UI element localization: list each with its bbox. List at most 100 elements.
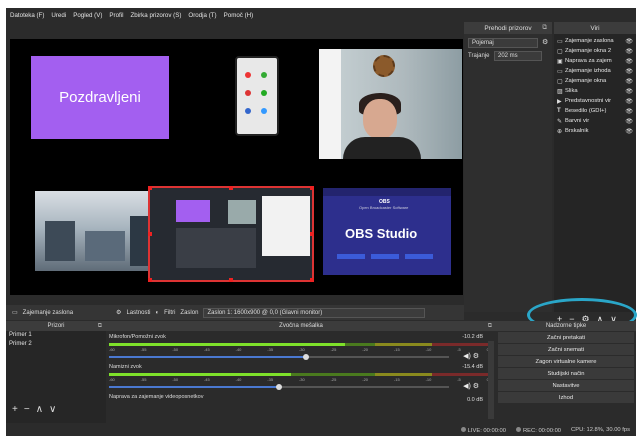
source-label: Zajemanje okna 2 bbox=[565, 48, 612, 54]
mixer-channel: Naprava za zajemanje videoposnetkov 0.0 … bbox=[109, 394, 489, 403]
scene-item[interactable]: Primer 2 bbox=[6, 340, 106, 349]
meter-tick-label: -45 bbox=[203, 347, 210, 352]
source-toolbar: ▭ Zajemanje zaslona ⚙ Lastnosti ◐ Filtri… bbox=[6, 305, 464, 320]
source-item[interactable]: ▭ Zajemanje izhoda 👁 bbox=[554, 66, 636, 76]
eye-icon[interactable]: 👁 bbox=[625, 88, 633, 95]
resize-handle[interactable] bbox=[229, 278, 233, 282]
factory-image-source[interactable] bbox=[35, 191, 156, 271]
resize-handle[interactable] bbox=[229, 186, 233, 190]
camera-icon: ▣ bbox=[557, 58, 563, 65]
start-streaming-button[interactable]: Začni pretakati bbox=[498, 332, 634, 343]
source-label: Slika bbox=[565, 88, 578, 94]
resize-handle[interactable] bbox=[310, 232, 314, 236]
menu-file[interactable]: Datoteka (F) bbox=[10, 12, 44, 19]
menu-tools[interactable]: Orodja (T) bbox=[188, 12, 216, 19]
preview-canvas[interactable]: Pozdravljeni OBS Open Broadcaster Softwa… bbox=[10, 39, 463, 295]
source-item[interactable]: T Besedilo (GDI+) 👁 bbox=[554, 106, 636, 116]
move-down-button[interactable]: ∨ bbox=[49, 404, 56, 415]
speaker-icon[interactable]: ◀) ⚙ bbox=[463, 352, 479, 360]
meter-tick-label: -25 bbox=[330, 347, 337, 352]
menu-scene-collection[interactable]: Zbirka prizorov (S) bbox=[131, 12, 182, 19]
eye-icon[interactable]: 👁 bbox=[625, 118, 633, 125]
source-item[interactable]: ▭ Zajemanje zaslona 👁 bbox=[554, 36, 636, 46]
app-icon bbox=[261, 108, 267, 114]
nested-window bbox=[262, 196, 310, 256]
browser-source[interactable]: OBS Open Broadcaster Software OBS Studio bbox=[323, 188, 451, 275]
start-recording-button[interactable]: Začni snemati bbox=[498, 344, 634, 355]
eye-icon[interactable]: 👁 bbox=[625, 68, 633, 75]
exit-button[interactable]: Izhod bbox=[498, 392, 634, 403]
volume-slider-knob[interactable] bbox=[303, 354, 310, 360]
resize-handle[interactable] bbox=[310, 186, 314, 190]
eye-icon[interactable]: 👁 bbox=[625, 98, 633, 105]
transitions-header: Prehodi prizorov ⧉ bbox=[464, 22, 552, 34]
meter-tick-label: -5 bbox=[457, 377, 461, 382]
controls-dock: Začni pretakati Začni snemati Zagon virt… bbox=[496, 331, 636, 423]
scene-item[interactable]: Primer 1 bbox=[6, 331, 106, 340]
slide-source[interactable]: Pozdravljeni bbox=[31, 56, 169, 139]
volume-slider-knob[interactable] bbox=[276, 384, 282, 390]
menu-help[interactable]: Pomoč (H) bbox=[224, 12, 254, 19]
transition-select[interactable]: Pojemaj bbox=[468, 38, 538, 48]
move-up-button[interactable]: ∧ bbox=[36, 404, 43, 415]
screen-select[interactable]: Zaslon 1: 1600x900 @ 0,0 (Glavni monitor… bbox=[203, 307, 426, 318]
source-item[interactable]: ▣ Naprava za zajem 👁 bbox=[554, 56, 636, 66]
eye-icon[interactable]: 👁 bbox=[625, 108, 633, 115]
scenes-title: Prizori bbox=[47, 323, 65, 329]
phone-window-source[interactable] bbox=[235, 56, 279, 136]
source-item[interactable]: ✎ Barvni vir 👁 bbox=[554, 116, 636, 126]
mixer-header: Zvočna mešalka ⧉ bbox=[106, 321, 496, 331]
meter-tick-label: -10 bbox=[425, 377, 432, 382]
eye-icon[interactable]: 👁 bbox=[625, 38, 633, 45]
source-item[interactable]: ▶ Predstavnostni vir 👁 bbox=[554, 96, 636, 106]
channel-db: 0.0 dB bbox=[467, 397, 483, 403]
source-item[interactable]: ▢ Zajemanje okna 2 👁 bbox=[554, 46, 636, 56]
remove-scene-button[interactable]: − bbox=[24, 404, 30, 415]
menu-profile[interactable]: Profil bbox=[109, 12, 123, 19]
app-icon bbox=[245, 72, 251, 78]
webcam-source[interactable] bbox=[319, 49, 462, 159]
mixer-scrollbar[interactable] bbox=[488, 341, 494, 419]
virtual-camera-button[interactable]: Zagon virtualne kamere bbox=[498, 356, 634, 367]
meter-tick-label: -60 bbox=[109, 347, 115, 352]
duration-input[interactable]: 202 ms bbox=[494, 51, 542, 61]
source-item[interactable]: ⊕ Brskalnik 👁 bbox=[554, 126, 636, 136]
meter-tick-label: -40 bbox=[235, 377, 242, 382]
brush-icon: ✎ bbox=[557, 118, 563, 125]
screen-capture-source-selected[interactable] bbox=[148, 186, 314, 282]
webcam-person-body bbox=[343, 137, 421, 159]
source-label: Zajemanje okna bbox=[565, 78, 607, 84]
filters-button[interactable]: Filtri bbox=[164, 310, 175, 316]
source-item[interactable]: ▢ Zajemanje okna 👁 bbox=[554, 76, 636, 86]
studio-mode-button[interactable]: Studijski način bbox=[498, 368, 634, 379]
resize-handle[interactable] bbox=[148, 278, 152, 282]
dock-float-icon[interactable]: ⧉ bbox=[488, 323, 492, 330]
add-scene-button[interactable]: + bbox=[12, 404, 18, 415]
eye-icon[interactable]: 👁 bbox=[625, 78, 633, 85]
menu-edit[interactable]: Uredi bbox=[51, 12, 66, 19]
meter-tick-label: -45 bbox=[203, 377, 210, 382]
menu-view[interactable]: Pogled (V) bbox=[73, 12, 102, 19]
controls-title: Nadzorne tipke bbox=[545, 323, 587, 329]
resize-handle[interactable] bbox=[148, 232, 152, 236]
dock-float-icon[interactable]: ⧉ bbox=[98, 323, 102, 330]
eye-icon[interactable]: 👁 bbox=[625, 128, 633, 135]
source-item[interactable]: ▨ Slika 👁 bbox=[554, 86, 636, 96]
sources-header: Viri bbox=[554, 22, 636, 34]
eye-icon[interactable]: 👁 bbox=[625, 48, 633, 55]
settings-button[interactable]: Nastavitve bbox=[498, 380, 634, 391]
resize-handle[interactable] bbox=[148, 186, 152, 190]
app-icon bbox=[245, 90, 251, 96]
channel-db: -10.2 dB bbox=[462, 334, 483, 340]
gear-icon[interactable]: ⚙ bbox=[542, 38, 548, 46]
meter-tick-label: -25 bbox=[330, 377, 337, 382]
meter-tick-label: -60 bbox=[109, 377, 115, 382]
speaker-icon[interactable]: ◀) ⚙ bbox=[463, 382, 479, 390]
properties-button[interactable]: Lastnosti bbox=[126, 310, 150, 316]
eye-icon[interactable]: 👁 bbox=[625, 58, 633, 65]
resize-handle[interactable] bbox=[310, 278, 314, 282]
monitor-icon: ▭ bbox=[557, 68, 563, 75]
gear-icon: ⚙ bbox=[116, 310, 122, 316]
volume-slider-fill bbox=[109, 356, 307, 358]
dock-float-icon[interactable]: ⧉ bbox=[542, 24, 547, 32]
